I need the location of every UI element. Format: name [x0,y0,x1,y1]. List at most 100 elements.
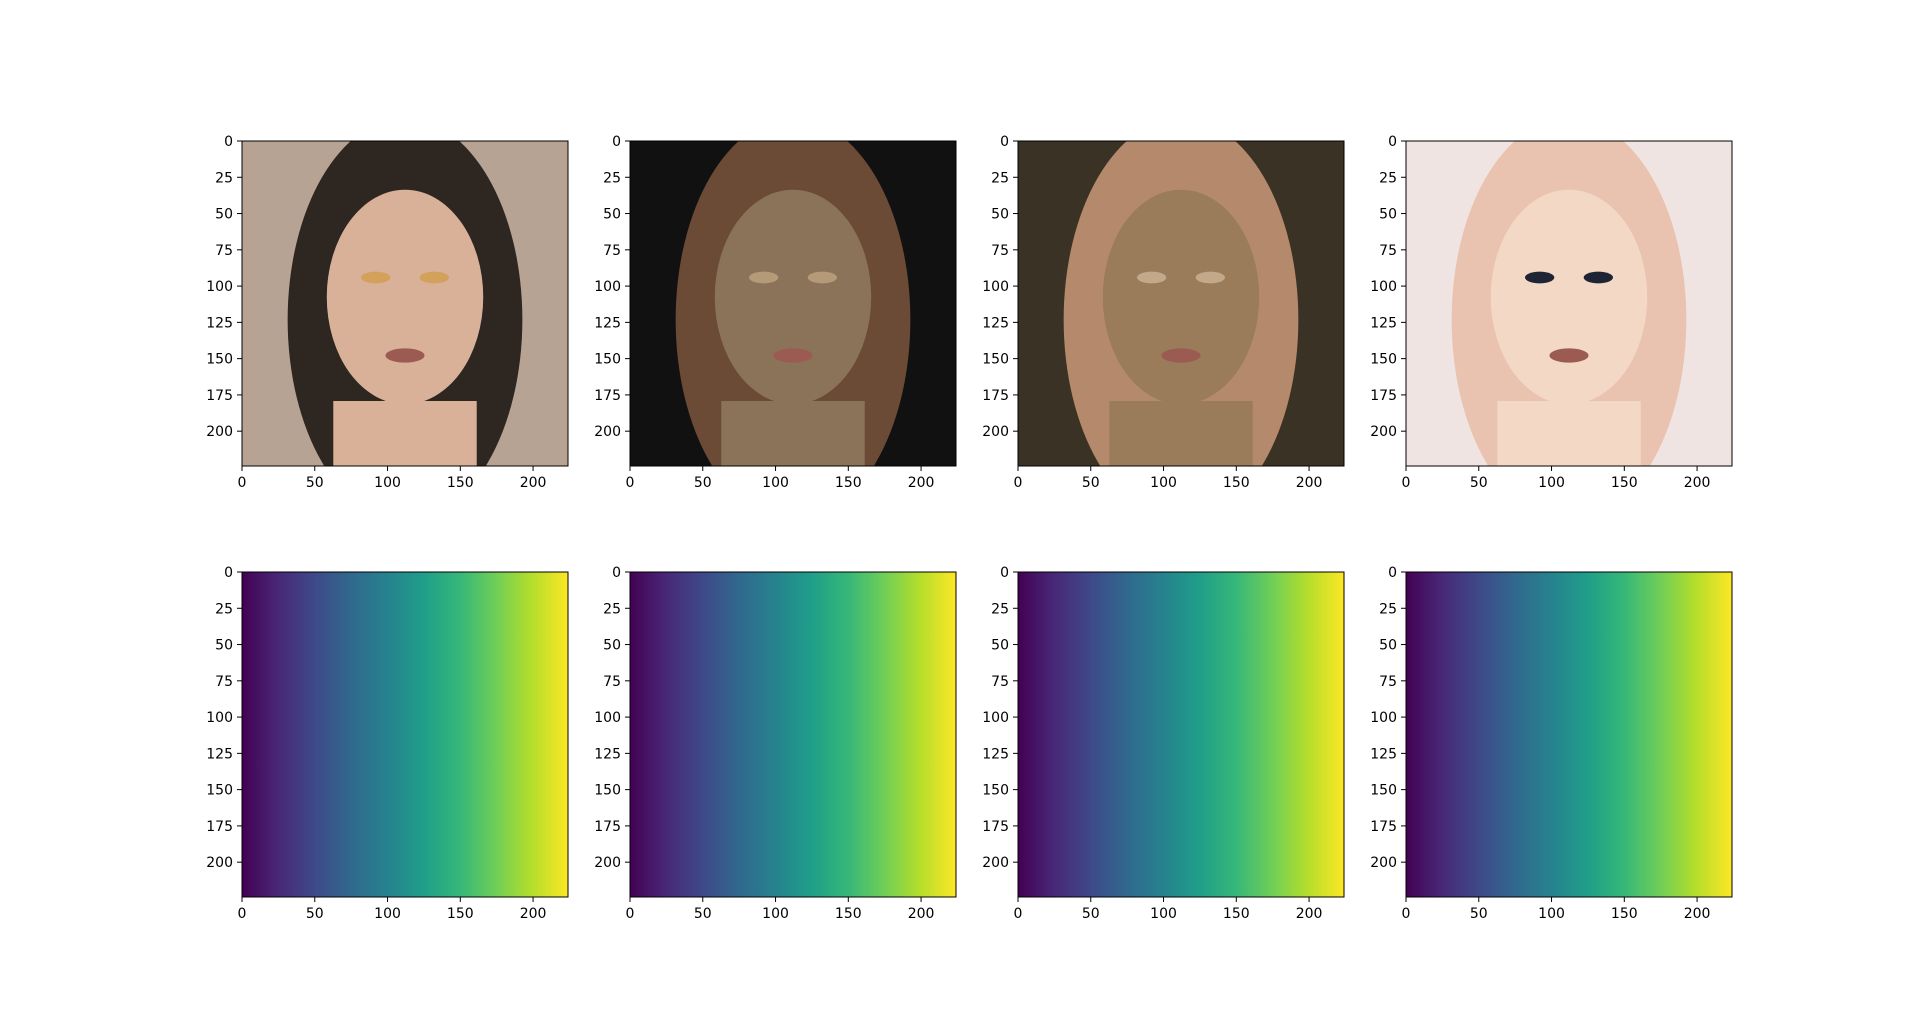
x-tick-label: 0 [1014,906,1023,922]
x-tick-label: 50 [694,906,712,922]
x-tick-label: 100 [374,906,401,922]
y-tick-label: 125 [1370,315,1397,331]
y-tick-label: 200 [982,424,1009,440]
y-tick-label: 0 [224,134,233,150]
colormap-panel-r1c2: 0 50 100 150 200 0 25 50 75 100 125 150 175 200 [982,565,1345,922]
y-tick-label: 0 [1000,565,1009,581]
y-tick-label: 125 [982,315,1009,331]
x-tick-label: 200 [1684,906,1711,922]
y-tick-label: 75 [215,243,233,259]
portrait-photo [1018,141,1344,466]
neck-shape [1109,401,1253,466]
x-tick-label: 50 [306,475,324,491]
y-tick-label: 200 [1370,855,1397,871]
y-tick-label: 175 [982,819,1009,835]
left-eye [748,271,779,284]
face-shape [714,189,872,405]
left-eye [360,271,391,284]
y-tick-label: 75 [215,674,233,690]
y-tick-label: 125 [982,746,1009,762]
y-tick-label: 75 [1379,243,1397,259]
y-tick-label: 200 [206,424,233,440]
x-tick-label: 150 [1611,906,1638,922]
colormap-panel-r1c3: 0 50 100 150 200 0 25 50 75 100 125 150 175 200 [1370,565,1733,922]
x-tick-label: 150 [1223,906,1250,922]
y-tick-label: 25 [1379,170,1397,186]
viridis-gradient-image [1018,572,1344,897]
portrait-photo [1406,141,1732,466]
y-tick-label: 0 [612,134,621,150]
x-tick-label: 50 [1082,475,1100,491]
portrait-photo [630,141,956,466]
y-tick-label: 50 [1379,638,1397,654]
colormap-panel-r1c1: 0 50 100 150 200 0 25 50 75 100 125 150 175 200 [594,565,957,922]
y-tick-label: 150 [1370,352,1397,368]
y-tick-label: 175 [1370,388,1397,404]
y-tick-label: 175 [206,819,233,835]
y-tick-label: 125 [594,746,621,762]
x-tick-label: 0 [238,906,247,922]
right-eye [807,271,838,284]
y-tick-label: 125 [1370,746,1397,762]
viridis-gradient-image [242,572,568,897]
neck-shape [333,401,477,466]
y-tick-label: 200 [206,855,233,871]
y-tick-label: 200 [594,424,621,440]
y-tick-label: 100 [206,279,233,295]
right-eye [1583,271,1614,284]
y-tick-label: 175 [594,819,621,835]
y-tick-label: 25 [1379,601,1397,617]
y-tick-label: 75 [603,243,621,259]
x-tick-label: 50 [1470,475,1488,491]
face-shape [1490,189,1648,405]
y-tick-label: 25 [603,601,621,617]
x-tick-label: 200 [1296,475,1323,491]
y-tick-label: 200 [594,855,621,871]
y-tick-label: 150 [982,783,1009,799]
y-tick-label: 25 [215,170,233,186]
figure: 0 50 100 150 200 0 25 50 75 100 125 150 175 200 0 50 100… [206,134,1733,922]
y-tick-label: 50 [1379,207,1397,223]
viridis-gradient-image [1406,572,1732,897]
right-eye [1195,271,1226,284]
y-tick-label: 50 [215,638,233,654]
x-tick-label: 100 [762,906,789,922]
y-tick-label: 175 [1370,819,1397,835]
y-tick-label: 100 [206,710,233,726]
y-tick-label: 150 [594,783,621,799]
x-tick-label: 200 [1684,475,1711,491]
y-tick-label: 150 [206,352,233,368]
x-tick-label: 150 [447,906,474,922]
y-tick-label: 0 [1388,565,1397,581]
x-tick-label: 150 [1611,475,1638,491]
x-tick-label: 50 [306,906,324,922]
portrait-photo [242,141,568,466]
mouth [385,348,425,363]
x-tick-label: 0 [1402,475,1411,491]
x-tick-label: 50 [694,475,712,491]
x-tick-label: 100 [762,475,789,491]
image-panel-r0c3: 0 50 100 150 200 0 25 50 75 100 125 150 175 200 [1370,134,1733,491]
x-tick-label: 0 [626,475,635,491]
y-tick-label: 75 [991,674,1009,690]
y-tick-label: 150 [594,352,621,368]
y-tick-label: 50 [603,207,621,223]
y-tick-label: 75 [1379,674,1397,690]
x-tick-label: 150 [1223,475,1250,491]
x-tick-label: 100 [1150,475,1177,491]
subplot-grid: 0 50 100 150 200 0 25 50 75 100 125 150 175 200 0 50 100… [206,134,1733,922]
face-shape [326,189,484,405]
y-tick-label: 100 [1370,710,1397,726]
mouth [1549,348,1589,363]
colormap-panel-r1c0: 0 50 100 150 200 0 25 50 75 100 125 150 175 200 [206,565,569,922]
x-tick-label: 150 [447,475,474,491]
x-tick-label: 200 [908,906,935,922]
y-tick-label: 75 [603,674,621,690]
y-tick-label: 100 [982,710,1009,726]
mouth [773,348,813,363]
y-tick-label: 25 [215,601,233,617]
y-tick-label: 125 [206,746,233,762]
y-tick-label: 25 [603,170,621,186]
image-panel-r0c2: 0 50 100 150 200 0 25 50 75 100 125 150 175 200 [982,134,1345,491]
y-tick-label: 150 [982,352,1009,368]
